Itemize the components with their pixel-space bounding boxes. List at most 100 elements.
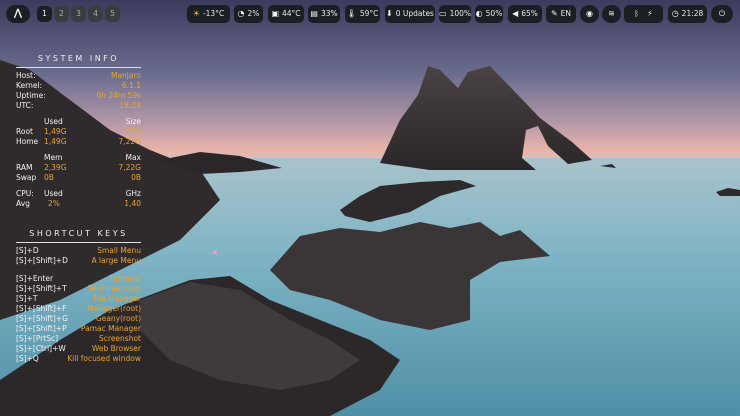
shortcut-action: Geany(root) [95,314,141,323]
shortcut-row: [S]+[Shift]+D A large Menu [16,256,141,266]
uptime-row: Uptime: 0h 24m 59s [16,91,141,101]
visibility-toggle[interactable]: ◉ [580,5,599,23]
home-used: 1,49G [44,137,67,146]
weather-widget[interactable]: ☀ -13°C [187,5,230,23]
cpu-label: CPU: [16,189,34,198]
cpu-ghz-header: GHz [125,189,141,198]
power-button[interactable]: ⏻ [711,5,733,23]
memory-value: 33% [320,9,338,18]
cpu-temp-value: 44°C [282,9,301,18]
cpu-value: 2% [247,9,260,18]
brightness-value: 50% [485,9,503,18]
clock-icon: ◷ [671,9,679,18]
top-bar: ⋀ 1 2 3 4 5 ☀ -13°C ◔ 2% ▣ 44°C ▤ 33% 🌡 … [0,0,740,28]
shortcut-action: Kill focused window [67,354,141,363]
cpu-used-header: Used [44,189,63,198]
shortcut-key: [S]+[Ctrl]+W [16,344,66,353]
shortcut-row: [S]+Q Kill focused window [16,354,141,364]
swap-row: Swap 0B 0B [16,173,141,183]
ram-max: 7,22G [118,163,141,172]
thermometer-icon: 🌡 [346,9,357,18]
workspace-4[interactable]: 4 [88,6,103,22]
shortcut-action: Terminal [109,274,141,283]
shortcut-key: [S]+[Shift]+F [16,304,67,313]
shortcut-keys-title: SHORTCUT KEYS [29,229,128,238]
battery-value: 100% [449,9,472,18]
wifi-icon: ≋ [608,9,615,18]
power-plug-icon[interactable]: ⚡ [647,5,653,23]
updates-value: 0 Updates [395,9,434,18]
tray-group: ᛒ ⚡ [624,5,663,23]
ram-label: RAM [16,163,33,172]
system-info-panel: SYSTEM INFO Host: Manjaro Kernel: 6.1.1 … [16,54,141,209]
ram-row: RAM 2,39G 7,22G [16,163,141,173]
root-used: 1,49G [44,127,67,136]
shortcut-key: [S]+T [16,294,38,303]
network-button[interactable]: ≋ [602,5,621,23]
memory-icon: ▤ [310,9,318,18]
updates-widget[interactable]: ⬇ 0 Updates [385,5,435,23]
volume-value: 65% [521,9,538,18]
volume-widget[interactable]: ◀ 65% [508,5,542,23]
root-label: Root [16,127,33,136]
workspace-1[interactable]: 1 [37,6,52,22]
shortcut-key: [S]+Enter [16,274,54,283]
home-row: Home 1,49G 7,22G [16,137,141,147]
chip-icon: ▣ [271,9,280,18]
mem-header-row: Mem Max [16,153,141,163]
app-menu-button[interactable]: ⋀ [6,5,30,23]
cpu-header-row: CPU: Used GHz [16,189,141,199]
memory-widget[interactable]: ▤ 33% [308,5,340,23]
shortcut-row: [S]+[Shift]+P Pamac Manager [16,324,141,334]
keyboard-layout-widget[interactable]: ✎ EN [546,5,576,23]
root-size: 22G [125,127,141,136]
workspace-3[interactable]: 3 [71,6,86,22]
shortcut-row: [S]+[Shift]+G Geany(root) [16,314,141,324]
gpu-temp-widget[interactable]: 🌡 59°C [345,5,380,23]
workspace-2[interactable]: 2 [54,6,69,22]
shortcut-action: A large Menu [91,256,142,265]
shortcut-row: [S]+Enter Terminal [16,274,141,284]
shortcut-key: [S]+[Shift]+P [16,324,67,333]
avg-ghz: 1,40 [124,199,141,208]
utc-row: UTC: 18:28 [16,101,141,111]
host-label: Host: [16,71,36,80]
host-value: Manjaro [110,71,141,80]
workspace-5[interactable]: 5 [105,6,120,22]
shortcut-keys-panel: SHORTCUT KEYS [S]+D Small Menu [S]+[Shift… [16,229,141,364]
shortcut-row: [S]+[Ctrl]+W Web Browser [16,344,141,354]
gpu-temp-value: 59°C [359,9,379,18]
brightness-widget[interactable]: ◐ 50% [475,5,503,23]
clock-widget[interactable]: ◷ 21:28 [668,5,707,23]
shortcut-key: [S]+[Shift]+D [16,256,68,265]
sun-icon: ☀ [192,9,200,18]
root-row: Root 1,49G 22G [16,127,141,137]
shortcut-action: Web Browser [91,344,141,353]
download-icon: ⬇ [386,9,393,18]
uptime-value: 0h 24m 59s [96,91,141,100]
speaker-icon: ◀ [512,9,519,18]
mem-header: Mem [44,153,63,162]
shortcut-row: [S]+T File Manager [16,294,141,304]
speedometer-icon: ◔ [237,9,245,18]
shortcut-key: [S]+[Shift]+G [16,314,68,323]
kernel-label: Kernel: [16,81,43,90]
bluetooth-icon[interactable]: ᛒ [634,5,639,23]
divider [16,67,141,68]
disk-header-row: Used Size [16,117,141,127]
home-label: Home [16,137,39,146]
brightness-icon: ◐ [475,9,483,18]
shortcut-row: [S]+[Shift]+T Terminal(root) [16,284,141,294]
shortcut-action: Screenshot [99,334,141,343]
ram-used: 2,39G [44,163,67,172]
cpu-widget[interactable]: ◔ 2% [234,5,263,23]
disk-size-header: Size [125,117,141,126]
disk-used-header: Used [44,117,63,126]
shortcut-row: [S]+D Small Menu [16,246,141,256]
shortcut-action: Terminal(root) [88,284,141,293]
battery-widget[interactable]: ▭ 100% [439,5,471,23]
kernel-value: 6.1.1 [121,81,141,90]
cpu-temp-widget[interactable]: ▣ 44°C [268,5,304,23]
swap-max: 0B [131,173,141,182]
eye-icon: ◉ [586,9,593,18]
